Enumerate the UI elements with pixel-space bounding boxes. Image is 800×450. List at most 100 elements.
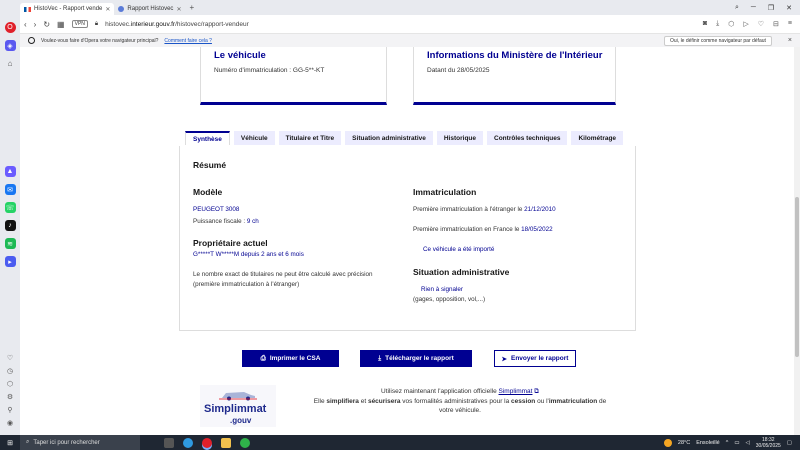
- browser-tab-histovec[interactable]: HistoVec - Rapport vende ✕: [20, 3, 115, 15]
- infobar-help-link[interactable]: Comment faire cela ?: [164, 38, 212, 44]
- sun-icon: [663, 438, 672, 447]
- admin-situation-heading: Situation administrative: [413, 267, 510, 277]
- external-link-icon: ⧉: [534, 388, 539, 395]
- sidebar-bottom-tools: ♡ ◷ ⬡ ⚙ ⚲ ◉: [6, 353, 15, 435]
- minimize-icon[interactable]: ─: [751, 4, 756, 12]
- url-field[interactable]: histovec.interieur.gouv.fr/histovec/rapp…: [105, 21, 249, 28]
- easy-setup-icon[interactable]: ≡: [788, 20, 792, 28]
- pin-icon[interactable]: ⚲: [6, 405, 15, 414]
- bookmark-icon[interactable]: ⊟: [773, 20, 779, 28]
- browser-tab-rapport[interactable]: Rapport Histovec ✕: [114, 3, 185, 15]
- heart-icon[interactable]: ♡: [758, 20, 764, 28]
- download-icon: ⤓: [378, 354, 382, 362]
- vehicle-card: Le véhicule Numéro d'immatriculation : G…: [200, 47, 387, 105]
- tab-situation-administrative[interactable]: Situation administrative: [345, 131, 433, 145]
- globe-icon: [118, 6, 125, 12]
- cube-icon[interactable]: ⬡: [6, 379, 15, 388]
- whatsapp-icon[interactable]: ☏: [4, 202, 16, 213]
- clock[interactable]: 18:32 30/05/2025: [756, 437, 781, 449]
- browser-tab-label: Rapport Histovec: [127, 6, 174, 12]
- vehicle-card-title: Le véhicule: [214, 50, 266, 61]
- tray-chevron-icon[interactable]: ^: [726, 440, 729, 446]
- tab-vehicule[interactable]: Véhicule: [233, 131, 275, 145]
- messenger-icon[interactable]: ✉: [4, 184, 16, 195]
- opera-taskbar-icon[interactable]: [202, 437, 212, 448]
- task-view-icon[interactable]: [164, 437, 174, 448]
- extensions-icon[interactable]: ◉: [6, 418, 15, 427]
- file-explorer-icon[interactable]: [221, 437, 231, 448]
- imported-vehicle-link[interactable]: Ce véhicule a été importé: [423, 246, 494, 253]
- player-icon[interactable]: ▸: [4, 256, 16, 267]
- owner-heading: Propriétaire actuel: [193, 238, 268, 248]
- tiktok-icon[interactable]: ♪: [4, 220, 16, 231]
- tab-historique[interactable]: Historique: [436, 131, 484, 145]
- browser-tab-bar: HistoVec - Rapport vende ✕ Rapport Histo…: [0, 0, 800, 15]
- fiscal-power: Puissance fiscale : 9 ch: [193, 218, 259, 225]
- toolbar-icons: ◙ ⤓ ⬡ ▷ ♡ ⊟ ≡: [703, 20, 800, 28]
- close-window-icon[interactable]: ✕: [786, 4, 792, 12]
- page-scrollbar[interactable]: [794, 47, 800, 435]
- close-tab-icon[interactable]: ✕: [105, 6, 110, 13]
- reload-icon[interactable]: ↻: [43, 20, 50, 29]
- download-report-button[interactable]: ⤓ Télécharger le rapport: [360, 350, 472, 367]
- taskbar-search[interactable]: ⌕ Taper ici pour rechercher: [20, 435, 140, 450]
- weather-label[interactable]: Ensoleillé: [696, 440, 720, 446]
- logo-text: Simplimmat: [204, 403, 267, 415]
- forward-icon[interactable]: ›: [34, 20, 37, 29]
- windows-taskbar: ⊞ ⌕ Taper ici pour rechercher 28°C Ensol…: [0, 435, 800, 450]
- play-icon[interactable]: ▷: [743, 20, 748, 28]
- back-icon[interactable]: ‹: [24, 20, 27, 29]
- cube-icon[interactable]: ⬡: [728, 20, 734, 28]
- page-content: Le véhicule Numéro d'immatriculation : G…: [20, 47, 800, 435]
- windows-start-icon[interactable]: ⊞: [0, 439, 20, 447]
- home-icon[interactable]: ⌂: [5, 58, 16, 69]
- default-browser-infobar: Voulez-vous faire d'Opera votre navigate…: [20, 34, 800, 47]
- aria-assistant-icon[interactable]: ▲: [4, 166, 16, 177]
- opera-menu-icon[interactable]: O: [4, 22, 16, 33]
- aria-icon[interactable]: ◈: [4, 40, 16, 51]
- set-default-button[interactable]: Oui, le définir comme navigateur par déf…: [664, 35, 772, 46]
- tab-titulaire[interactable]: Titulaire et Titre: [278, 131, 342, 145]
- volume-icon[interactable]: ◁: [746, 440, 750, 446]
- promo-line-2: Elle simplifiera et sécurisera vos forma…: [313, 397, 607, 405]
- close-tab-icon[interactable]: ✕: [176, 6, 181, 13]
- summary-title: Résumé: [193, 160, 227, 170]
- scrollbar-thumb[interactable]: [795, 197, 799, 357]
- download-icon[interactable]: ⤓: [716, 20, 719, 28]
- logo-suffix: .gouv: [230, 416, 252, 425]
- lock-icon[interactable]: 🔒︎: [95, 21, 98, 28]
- temperature[interactable]: 28°C: [678, 440, 690, 446]
- heart-icon[interactable]: ♡: [6, 353, 15, 362]
- edge-icon[interactable]: [183, 437, 193, 448]
- maximize-icon[interactable]: ❐: [768, 4, 774, 12]
- promo-line-3: votre véhicule.: [439, 407, 481, 414]
- owner-note: Le nombre exact de titulaires ne peut êt…: [193, 271, 373, 278]
- model-value: PEUGEOT 3008: [193, 206, 240, 213]
- admin-status-link[interactable]: Rien à signaler: [421, 286, 463, 293]
- tab-synthese[interactable]: Synthèse: [185, 131, 230, 145]
- close-infobar-icon[interactable]: ×: [788, 37, 792, 44]
- settings-icon[interactable]: ⚙: [6, 392, 15, 401]
- system-tray: 28°C Ensoleillé ^ ▭ ◁ 18:32 30/05/2025 ▢: [663, 437, 800, 449]
- speed-dial-icon[interactable]: ▦: [57, 20, 65, 29]
- camera-icon[interactable]: ◙: [703, 20, 707, 28]
- notifications-icon[interactable]: ▢: [787, 440, 792, 446]
- spotify-icon[interactable]: ≋: [4, 238, 16, 249]
- owner-note-sub: (première immatriculation à l'étranger): [193, 281, 300, 288]
- new-tab-button[interactable]: +: [189, 3, 194, 12]
- tab-controles-techniques[interactable]: Contrôles techniques: [487, 131, 568, 145]
- car-icon: [219, 392, 257, 401]
- vpn-badge[interactable]: VPN: [71, 20, 88, 28]
- first-registration-abroad: Première immatriculation à l'étranger le…: [413, 206, 556, 213]
- network-icon[interactable]: ▭: [734, 440, 739, 446]
- history-icon[interactable]: ◷: [6, 366, 15, 375]
- send-report-button[interactable]: ➤ Envoyer le rapport: [494, 350, 576, 367]
- admin-status-note: (gages, opposition, vol,...): [413, 296, 486, 303]
- search-tabs-icon[interactable]: ⌕: [735, 4, 739, 12]
- simplimmat-link[interactable]: Simplimmat: [499, 388, 533, 395]
- print-csa-button[interactable]: ⎙ Imprimer le CSA: [242, 350, 339, 367]
- simplimmat-logo[interactable]: Simplimmat .gouv: [200, 385, 276, 427]
- tab-kilometrage[interactable]: Kilométrage: [571, 131, 624, 145]
- chrome-icon[interactable]: [240, 437, 250, 448]
- simplimmat-promo: Utilisez maintenant l'application offici…: [290, 387, 630, 416]
